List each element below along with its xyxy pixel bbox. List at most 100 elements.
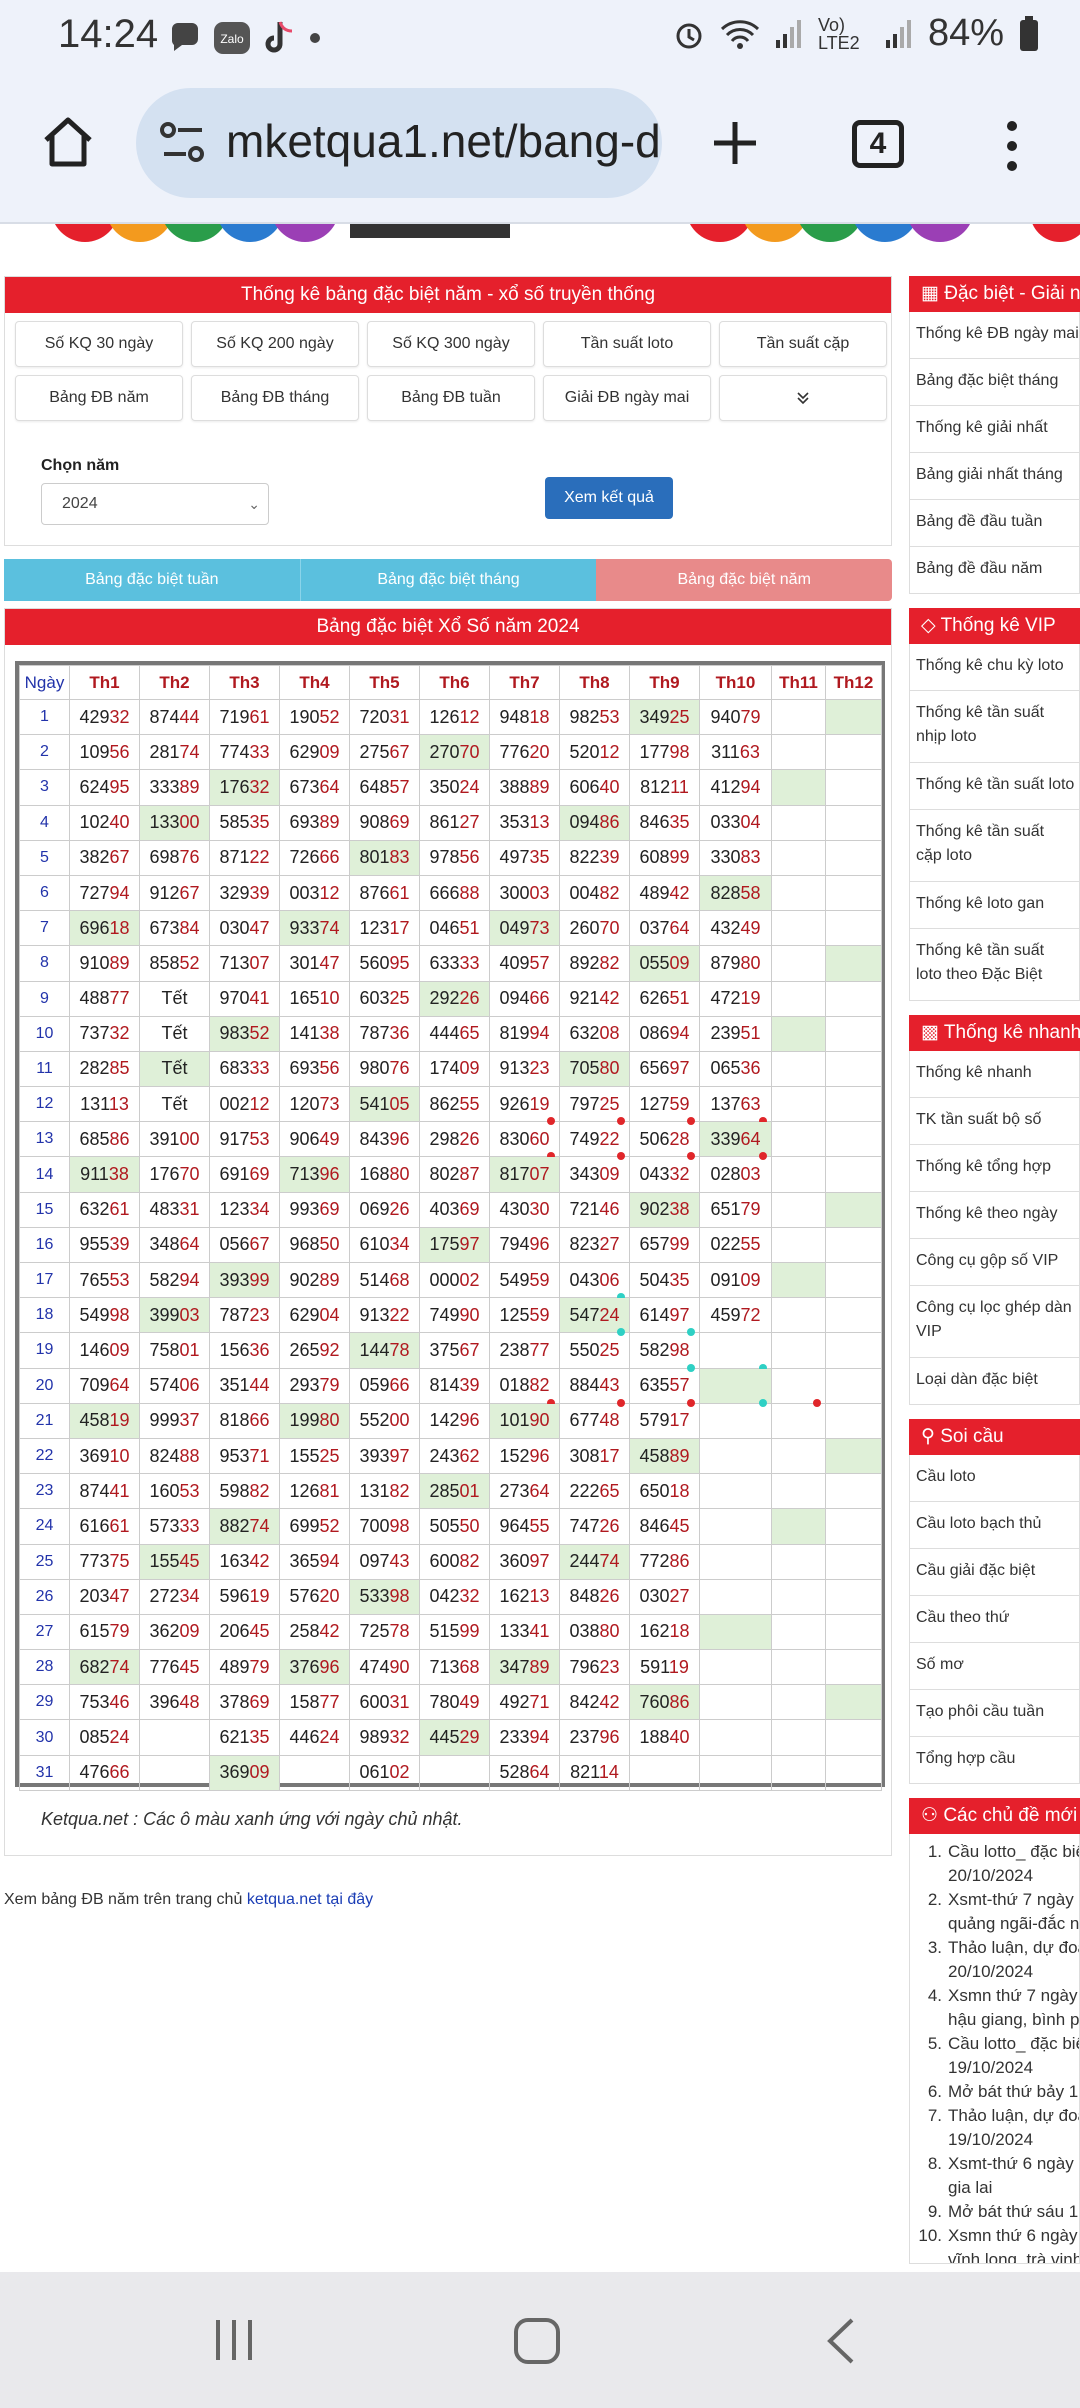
result-cell (699, 1508, 772, 1545)
tab-month[interactable]: Bảng đặc biệt tháng (300, 559, 597, 601)
sidebar-item-theo-thu[interactable]: Cầu theo thứ (909, 1596, 1080, 1643)
sidebar-item-giai-nhat[interactable]: Thống kê giải nhất (909, 406, 1080, 453)
topic-item-4-sub[interactable]: hậu giang, bình ph (914, 2008, 1079, 2032)
topic-item-6[interactable]: 6. Mở bát thứ bảy 19 (914, 2080, 1079, 2104)
sidebar-item-cau-db[interactable]: Cầu giải đặc biệt (909, 1549, 1080, 1596)
sidebar-item-db-thang[interactable]: Bảng đặc biệt tháng (909, 359, 1080, 406)
topic-item-7-date[interactable]: 19/10/2024 (914, 2128, 1079, 2152)
day-cell: 31 (19, 1754, 70, 1791)
sidebar-item-tong-hop[interactable]: Thống kê tổng hợp (909, 1145, 1080, 1192)
sidebar-head-special-label: Đặc biệt - Giải nhất (944, 283, 1080, 304)
day-cell: 8 (19, 945, 70, 982)
sidebar-item-loto-gan[interactable]: Thống kê loto gan (909, 882, 1080, 929)
sidebar-item-giai-nhat-thang[interactable]: Bảng giải nhất tháng (909, 453, 1080, 500)
topic-item-9[interactable]: 9. Mở bát thứ sáu 18 (914, 2200, 1079, 2224)
result-cell: 47490 (349, 1649, 420, 1686)
day-cell: 27 (19, 1613, 70, 1651)
topic-item-3[interactable]: 3.Thảo luận, dự đoán (914, 1936, 1079, 1960)
btn-bang-db-nam[interactable]: Bảng ĐB năm (15, 375, 183, 421)
topic-item-5[interactable]: 5. Cầu lotto_ đặc biệt (914, 2032, 1079, 2056)
year-select[interactable]: 2024 ⌄ (41, 483, 269, 525)
btn-kq-200[interactable]: Số KQ 200 ngày (191, 321, 359, 367)
btn-bang-db-tuan[interactable]: Bảng ĐB tuần (367, 375, 535, 421)
result-cell: 05966 (349, 1367, 420, 1404)
address-bar[interactable]: mketqua1.net/bang-d (136, 88, 662, 198)
sidebar-item-gop-so[interactable]: Công cụ gộp số VIP (909, 1239, 1080, 1286)
result-cell (699, 1719, 772, 1756)
topic-item-1-date[interactable]: 20/10/2024 (914, 1864, 1079, 1888)
site-logo[interactable] (0, 224, 1080, 246)
btn-kq-300[interactable]: Số KQ 300 ngày (367, 321, 535, 367)
btn-kq-30[interactable]: Số KQ 30 ngày (15, 321, 183, 367)
result-cell: 72578 (349, 1613, 420, 1651)
result-cell: 39648 (139, 1684, 210, 1721)
topic-item-2[interactable]: 2. Xsmt-thứ 7 ngày 1 (914, 1888, 1079, 1912)
result-cell: Tết (139, 1050, 210, 1088)
result-cell: 16213 (489, 1578, 560, 1615)
site-settings-icon[interactable] (158, 120, 208, 166)
topic-item-8-sub[interactable]: gia lai (914, 2176, 1079, 2200)
topic-item-2-sub[interactable]: quảng ngãi-đắc nô (914, 1912, 1079, 1936)
view-results-button[interactable]: Xem kết quả (545, 477, 673, 519)
result-cell (825, 1719, 882, 1756)
tab-week[interactable]: Bảng đặc biệt tuần (4, 559, 301, 601)
recent-apps-icon[interactable] (212, 2316, 256, 2364)
sidebar-item-de-dau-nam[interactable]: Bảng đề đầu năm (909, 547, 1080, 594)
result-cell (419, 1754, 490, 1791)
sidebar-item-tong-hop-cau[interactable]: Tổng hợp cầu (909, 1737, 1080, 1784)
sidebar-item-loto-theo-db[interactable]: Thống kê tần suất loto theo Đặc Biệt (909, 929, 1080, 1001)
result-cell: 82327 (559, 1226, 630, 1264)
btn-giai-db-ngay-mai[interactable]: Giải ĐB ngày mai (543, 375, 711, 421)
sidebar-item-chu-ky[interactable]: Thống kê chu kỳ loto (909, 644, 1080, 691)
result-cell: 84635 (629, 804, 700, 841)
year-table-frame: Ngày Th1 Th2 Th3 Th4 Th5 Th6 Th7 Th8 Th9 Th10 Th11 T… (15, 661, 885, 1791)
menu-icon[interactable] (1000, 118, 1024, 174)
topic-item-3-date[interactable]: 20/10/2024 (914, 1960, 1079, 1984)
sidebar-item-so-mo[interactable]: Số mơ (909, 1643, 1080, 1690)
topic-item-1[interactable]: 1. Cầu lotto_ đặc biệt (914, 1840, 1079, 1864)
header-month: Th6 (419, 665, 490, 700)
sidebar-item-de-dau-tuan[interactable]: Bảng đề đầu tuần (909, 500, 1080, 547)
result-cell: 45889 (629, 1437, 700, 1475)
topic-item-10[interactable]: 10. Xsmn thứ 6 ngày 1 (914, 2224, 1079, 2248)
sidebar-item-tan-suat-cap[interactable]: Thống kê tần suất cặp loto (909, 810, 1080, 882)
topic-item-10-sub[interactable]: vĩnh long, trà vinh (914, 2248, 1079, 2263)
sidebar-item-tan-suat-loto[interactable]: Thống kê tần suất loto (909, 763, 1080, 810)
sidebar-item-loai-dan[interactable]: Loại dàn đặc biệt (909, 1358, 1080, 1405)
tab-year[interactable]: Bảng đặc biệt năm (596, 559, 893, 601)
btn-bang-db-thang[interactable]: Bảng ĐB tháng (191, 375, 359, 421)
topic-item-4[interactable]: 4. Xsmn thứ 7 ngày 1 (914, 1984, 1079, 2008)
expand-more-button[interactable] (719, 375, 887, 421)
battery-percent: 84% (927, 12, 1004, 54)
sidebar-item-bo-so[interactable]: TK tần suất bộ số (909, 1098, 1080, 1145)
sidebar-item-tk-nhanh[interactable]: Thống kê nhanh (909, 1051, 1080, 1098)
result-cell: 69876 (139, 839, 210, 876)
new-tab-icon[interactable] (710, 118, 760, 168)
sidebar-item-bach-thu[interactable]: Cầu loto bạch thủ (909, 1502, 1080, 1549)
home-nav-icon[interactable] (512, 2316, 562, 2366)
result-cell (825, 1578, 882, 1615)
result-cell: 70580 (559, 1050, 630, 1088)
result-cell: 23951 (699, 1015, 772, 1052)
day-cell: 24 (19, 1508, 70, 1545)
home-link[interactable]: ketqua.net tại đây (247, 1891, 373, 1908)
topic-item-7[interactable]: 7.Thảo luận, dự đoán (914, 2104, 1079, 2128)
result-cell: 91089 (69, 945, 140, 982)
home-icon[interactable] (40, 114, 96, 170)
sidebar-item-theo-ngay[interactable]: Thống kê theo ngày (909, 1192, 1080, 1239)
sidebar-item-loc-ghep-dan[interactable]: Công cụ lọc ghép dàn VIP (909, 1286, 1080, 1358)
topic-item-5-date[interactable]: 19/10/2024 (914, 2056, 1079, 2080)
btn-tan-suat-loto[interactable]: Tần suất loto (543, 321, 711, 367)
day-cell: 18 (19, 1297, 70, 1334)
back-icon[interactable] (822, 2316, 862, 2366)
sidebar-item-nhip-loto[interactable]: Thống kê tần suất nhịp loto (909, 691, 1080, 763)
result-cell: 60640 (559, 769, 630, 806)
result-cell: 39399 (209, 1261, 280, 1299)
tab-switcher[interactable]: 4 (852, 120, 904, 168)
sidebar-item-phoi-cau[interactable]: Tạo phôi cầu tuần (909, 1690, 1080, 1737)
topic-item-8[interactable]: 8. Xsmt-thứ 6 ngày 1 (914, 2152, 1079, 2176)
result-cell: 80183 (349, 839, 420, 876)
sidebar-item-db-ngay-mai[interactable]: Thống kê ĐB ngày mai (909, 312, 1080, 359)
sidebar-item-cau-loto[interactable]: Cầu loto (909, 1455, 1080, 1502)
btn-tan-suat-cap[interactable]: Tần suất cặp (719, 321, 887, 367)
